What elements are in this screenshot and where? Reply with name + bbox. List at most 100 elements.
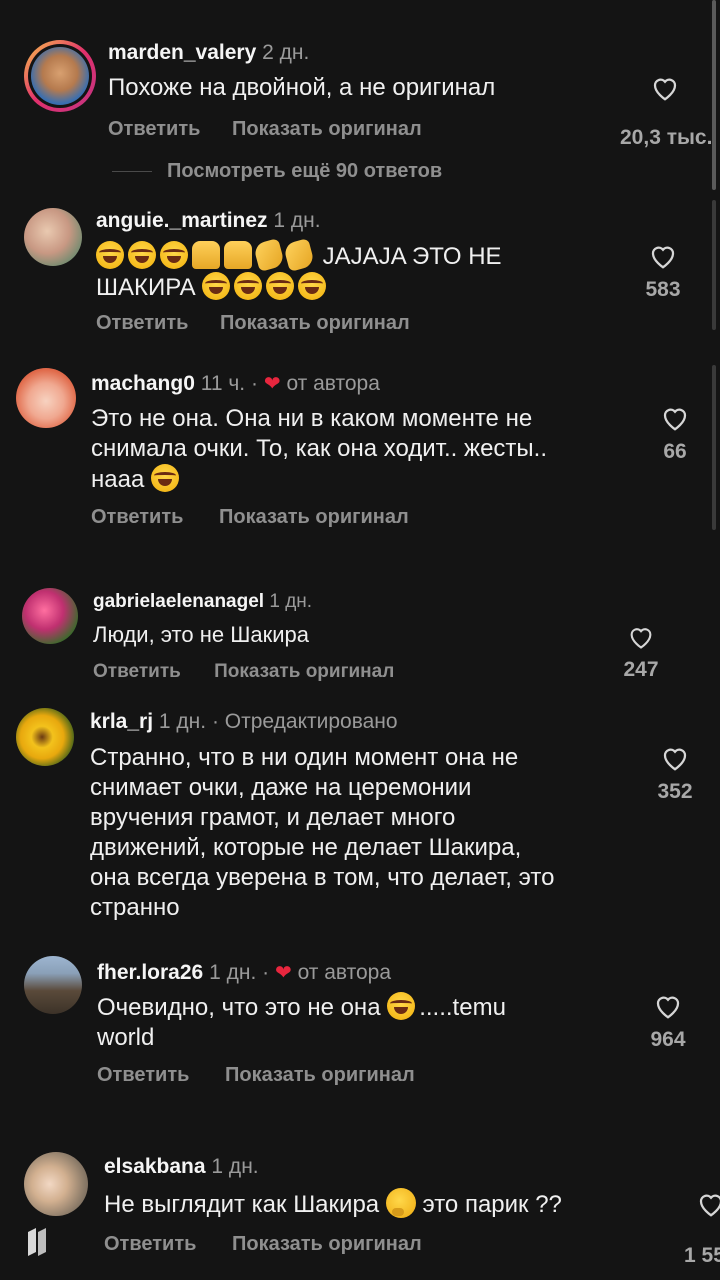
like-count: 583 [645, 278, 681, 301]
clapping-hands-emoji [282, 238, 316, 272]
laughing-face-emoji [266, 272, 295, 300]
view-more-replies-button[interactable]: Посмотреть ещё 90 ответов [167, 160, 442, 183]
comment-meta: machang0 11 ч. · ❤ от автора [91, 372, 380, 395]
laughing-face-emoji [160, 241, 188, 269]
laughing-face-emoji [128, 241, 156, 269]
reply-button[interactable]: Ответить [104, 1233, 196, 1256]
show-original-button[interactable]: Показать оригинал [219, 506, 409, 529]
comment-text: Странно, что в ни один момент она не сни… [90, 744, 555, 921]
timestamp: 1 дн. [273, 209, 321, 232]
like-count: 20,3 тыс. [620, 126, 713, 149]
divider [112, 171, 152, 172]
avatar[interactable] [22, 588, 78, 644]
show-original-button[interactable]: Показать оригинал [225, 1064, 415, 1087]
comment-actions: Ответить Показать оригинал [97, 1064, 415, 1087]
comment-text: Люди, это не Шакира [93, 622, 310, 647]
like-button[interactable] [696, 1190, 720, 1218]
username[interactable]: fher.lora26 [97, 961, 203, 984]
author-liked-label: от автора [297, 961, 392, 984]
heart-outline-icon [656, 996, 680, 1019]
like-button[interactable]: 964 [643, 992, 693, 1052]
avatar[interactable] [24, 208, 82, 266]
like-button[interactable]: 352 [650, 744, 700, 804]
comment-actions: Ответить Показать оригинал [96, 312, 410, 335]
heart-outline-icon [663, 408, 687, 431]
laughing-face-emoji [298, 272, 327, 300]
like-button[interactable]: 66 [650, 404, 700, 464]
scrollbar[interactable] [712, 0, 716, 190]
comments-screen: marden_valery 2 дн. Похоже на двойной, а… [0, 0, 720, 1280]
laughing-face-emoji [234, 272, 263, 300]
author-liked-label: от автора [286, 372, 380, 395]
comment-meta: marden_valery 2 дн. [108, 41, 309, 65]
scrollbar[interactable] [712, 365, 716, 530]
reply-button[interactable]: Ответить [108, 118, 200, 141]
comment-meta: elsakbana 1 дн. [104, 1155, 259, 1179]
comment-actions: Ответить Показать оригинал [104, 1233, 422, 1256]
comment-text: Не выглядит как Шакира это парик ?? [104, 1188, 664, 1220]
clapping-hands-emoji [252, 238, 286, 272]
show-original-button[interactable]: Показать оригинал [232, 118, 422, 141]
like-button[interactable]: 247 [616, 624, 666, 682]
reply-button[interactable]: Ответить [93, 661, 181, 683]
comment-actions: Ответить Показать оригинал [91, 506, 409, 529]
username[interactable]: machang0 [91, 372, 195, 395]
avatar[interactable] [24, 40, 96, 112]
like-count: 1 55 [684, 1244, 720, 1267]
reply-button[interactable]: Ответить [96, 312, 188, 335]
reply-button[interactable]: Ответить [97, 1064, 189, 1087]
timestamp: 2 дн. [262, 41, 310, 64]
heart-outline-icon [630, 628, 652, 649]
timestamp: 1 дн. [269, 591, 313, 612]
comment-meta: anguie._martinez 1 дн. [96, 209, 321, 233]
laughing-face-emoji [202, 272, 231, 300]
like-count: 66 [663, 440, 687, 463]
avatar[interactable] [16, 708, 74, 766]
show-original-button[interactable]: Показать оригинал [214, 661, 394, 683]
scrollbar[interactable] [712, 200, 716, 330]
username[interactable]: elsakbana [104, 1155, 206, 1178]
laughing-face-emoji [387, 992, 416, 1020]
show-original-button[interactable]: Показать оригинал [220, 312, 410, 335]
timestamp: 1 дн. [209, 961, 257, 984]
avatar[interactable] [24, 956, 82, 1014]
timestamp: 1 дн. [158, 710, 207, 733]
timestamp: 1 дн. [211, 1155, 259, 1178]
comment-text: Это не она. Она ни в каком моменте не сн… [91, 405, 547, 493]
comment-text: JAJAJA ЭТО НЕ ШАКИРА [96, 238, 556, 303]
thinking-face-emoji [385, 1188, 416, 1218]
heart-outline-icon [699, 1194, 720, 1217]
username[interactable]: anguie._martinez [96, 209, 268, 232]
heart-filled-icon: ❤ [263, 373, 281, 395]
comment-text: Похоже на двойной, а не оригинал [108, 74, 496, 101]
username[interactable]: gabrielaelenanagel [93, 591, 264, 612]
app-logo-icon [24, 1226, 52, 1263]
reply-button[interactable]: Ответить [91, 506, 183, 529]
like-button[interactable] [650, 74, 680, 102]
avatar[interactable] [16, 368, 76, 428]
show-original-button[interactable]: Показать оригинал [232, 1233, 422, 1256]
comment-meta: krla_rj 1 дн. · Отредактировано [90, 710, 398, 733]
like-button[interactable]: 583 [638, 242, 688, 302]
heart-outline-icon [653, 78, 677, 101]
comment-meta: fher.lora26 1 дн. · ❤ от автора [97, 961, 392, 984]
avatar[interactable] [24, 1152, 88, 1216]
comment-actions: Ответить Показать оригинал [93, 661, 394, 683]
like-count: 352 [657, 780, 693, 803]
timestamp: 11 ч. [200, 372, 246, 395]
laughing-face-emoji [150, 464, 179, 492]
username[interactable]: krla_rj [90, 710, 153, 733]
comment-text: Очевидно, что это не она .....temu world [97, 992, 506, 1051]
comment-meta: gabrielaelenanagel 1 дн. [93, 591, 312, 613]
heart-filled-icon: ❤ [274, 962, 292, 984]
laughing-face-emoji [96, 241, 124, 269]
comment-actions: Ответить Показать оригинал [108, 118, 422, 141]
like-count: 247 [623, 658, 659, 681]
heart-outline-icon [651, 246, 675, 269]
username[interactable]: marden_valery [108, 41, 256, 64]
heart-outline-icon [663, 748, 687, 771]
raised-hands-emoji [192, 241, 220, 269]
like-count: 964 [650, 1028, 686, 1051]
raised-hands-emoji [224, 241, 252, 269]
edited-label: Отредактировано [224, 710, 398, 733]
